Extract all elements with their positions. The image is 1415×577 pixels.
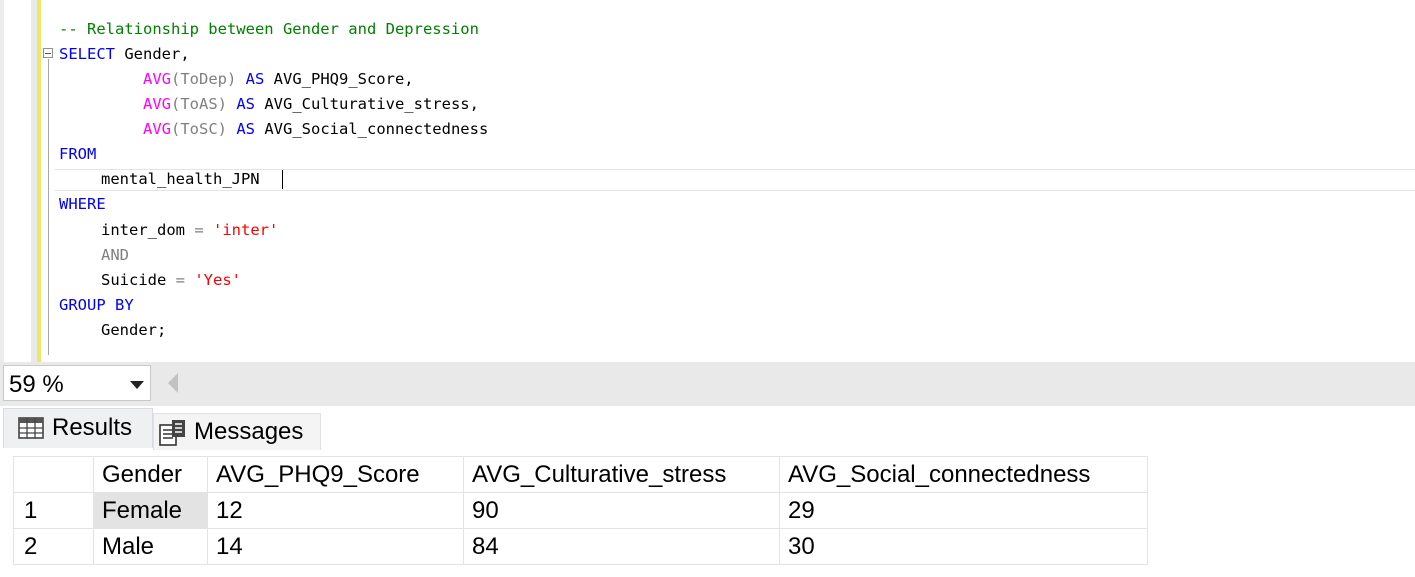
sql-operator: = [185, 221, 204, 239]
sql-argument: (ToAS) [171, 95, 227, 113]
cell-avg-phq9-score[interactable]: 14 [207, 528, 464, 565]
code-line-5: AVG(ToSC) AS AVG_Social_connectedness [143, 117, 488, 142]
cell-gender[interactable]: Male [93, 528, 208, 565]
code-line-1: -- Relationship between Gender and Depre… [59, 17, 479, 42]
sql-argument: (ToSC) [171, 120, 227, 138]
sql-alias: AVG_Culturative_stress, [255, 95, 479, 113]
column-header-avg-phq9-score[interactable]: AVG_PHQ9_Score [207, 456, 464, 493]
cell-avg-culturative-stress[interactable]: 84 [463, 528, 780, 565]
code-line-7: mental_health_JPN [101, 167, 260, 192]
grid-table-icon [18, 417, 44, 444]
sql-string: 'Yes' [185, 271, 241, 289]
code-line-8: WHERE [59, 192, 106, 217]
sql-keyword-select: SELECT [59, 45, 115, 63]
tab-results-label: Results [52, 414, 133, 441]
results-grid[interactable]: Gender AVG_PHQ9_Score AVG_Culturative_st… [13, 456, 1148, 565]
sql-column: Suicide [101, 271, 167, 289]
row-number-header[interactable] [13, 456, 94, 493]
cell-gender[interactable]: Female [93, 492, 208, 529]
sql-function: AVG [143, 95, 171, 113]
scroll-left-arrow-icon[interactable] [168, 373, 178, 393]
tab-messages-label: Messages [194, 418, 304, 445]
sql-column: Gender, [115, 45, 190, 63]
cell-avg-phq9-score[interactable]: 12 [207, 492, 464, 529]
tab-messages[interactable]: Messages [153, 413, 321, 450]
header-row: Gender AVG_PHQ9_Score AVG_Culturative_st… [13, 456, 1148, 493]
sql-keyword-group-by: GROUP BY [59, 296, 134, 314]
sql-comment: -- Relationship between Gender and Depre… [59, 20, 479, 38]
sql-function: AVG [143, 70, 171, 88]
row-number[interactable]: 2 [13, 528, 94, 565]
chevron-down-icon[interactable] [130, 381, 144, 389]
sql-keyword-as: AS [227, 95, 255, 113]
text-caret [282, 170, 283, 189]
code-line-12: GROUP BY [59, 293, 134, 318]
tab-results[interactable]: Results [3, 408, 153, 448]
sql-argument: (ToDep) [171, 70, 237, 88]
column-header-gender[interactable]: Gender [93, 456, 208, 493]
sql-editor[interactable]: -- Relationship between Gender and Depre… [0, 0, 1415, 362]
zoom-level: 59 % [9, 371, 64, 398]
cell-avg-social-connectedness[interactable]: 29 [779, 492, 1148, 529]
messages-document-icon [158, 419, 188, 452]
editor-gutter [0, 0, 4, 362]
zoom-dropdown[interactable]: 59 % [3, 365, 151, 401]
table-row[interactable]: 2 Male 14 84 30 [13, 528, 1148, 565]
sql-table-name: mental_health_JPN [101, 170, 260, 188]
sql-keyword-as: AS [227, 120, 255, 138]
column-header-avg-social-connectedness[interactable]: AVG_Social_connectedness [779, 456, 1148, 493]
change-tracking-bar [37, 0, 41, 362]
code-line-6: FROM [59, 142, 96, 167]
code-line-2: SELECT Gender, [59, 42, 190, 67]
sql-alias: AVG_PHQ9_Score, [264, 70, 414, 88]
sql-function: AVG [143, 120, 171, 138]
editor-status-bar: 59 % [0, 362, 1415, 406]
code-line-10: AND [101, 243, 129, 268]
sql-column: Gender; [101, 321, 167, 339]
cell-avg-culturative-stress[interactable]: 90 [463, 492, 780, 529]
table-row[interactable]: 1 Female 12 90 29 [13, 492, 1148, 529]
sql-alias: AVG_Social_connectedness [255, 120, 489, 138]
column-header-avg-culturative-stress[interactable]: AVG_Culturative_stress [463, 456, 780, 493]
code-line-11: Suicide = 'Yes' [101, 268, 241, 293]
outline-fold-line [48, 59, 49, 355]
code-line-9: inter_dom = 'inter' [101, 218, 278, 243]
sql-column: inter_dom [101, 221, 185, 239]
sql-string: 'inter' [203, 221, 279, 239]
sql-operator: = [166, 271, 185, 289]
sql-keyword-where: WHERE [59, 195, 106, 213]
code-line-3: AVG(ToDep) AS AVG_PHQ9_Score, [143, 67, 414, 92]
code-line-4: AVG(ToAS) AS AVG_Culturative_stress, [143, 92, 479, 117]
sql-keyword-and: AND [101, 246, 129, 264]
row-number[interactable]: 1 [13, 492, 94, 529]
cell-avg-social-connectedness[interactable]: 30 [779, 528, 1148, 565]
code-line-13: Gender; [101, 318, 166, 343]
collapse-minus-icon[interactable] [43, 48, 53, 58]
results-pane: Gender AVG_PHQ9_Score AVG_Culturative_st… [0, 450, 1415, 577]
results-tab-bar: Results Messages [0, 406, 1415, 450]
sql-keyword-from: FROM [59, 145, 97, 163]
sql-keyword-as: AS [236, 70, 265, 88]
